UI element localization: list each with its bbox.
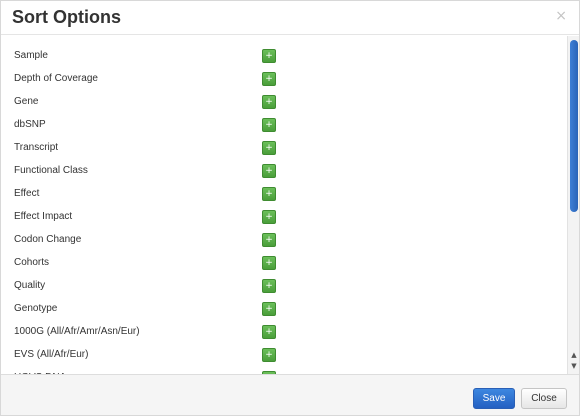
add-sort-field-plus-icon[interactable]: + bbox=[262, 187, 276, 201]
sort-field-label: Depth of Coverage bbox=[14, 73, 98, 84]
save-button[interactable]: Save bbox=[473, 388, 515, 409]
sort-field-label: Sample bbox=[14, 50, 48, 61]
scroll-thumb[interactable] bbox=[570, 40, 578, 212]
sort-field-row: Codon Change + bbox=[1, 229, 561, 252]
dialog-footer: Save Close bbox=[1, 374, 579, 415]
sort-field-row: 1000G (All/Afr/Amr/Asn/Eur) + bbox=[1, 321, 561, 344]
dialog-header: Sort Options × bbox=[1, 1, 579, 35]
dialog-title: Sort Options bbox=[12, 7, 121, 27]
add-sort-field-plus-icon[interactable]: + bbox=[262, 72, 276, 86]
add-sort-field-plus-icon[interactable]: + bbox=[262, 95, 276, 109]
sort-field-row: Effect + bbox=[1, 183, 561, 206]
add-sort-field-plus-icon[interactable]: + bbox=[262, 256, 276, 270]
sort-field-label: Codon Change bbox=[14, 234, 82, 245]
scroll-up-arrow-icon[interactable]: ▲ bbox=[569, 350, 579, 360]
close-button[interactable]: Close bbox=[521, 388, 567, 409]
sort-field-label: Quality bbox=[14, 280, 46, 291]
sort-field-row: Gene + bbox=[1, 91, 561, 114]
sort-field-row: HGVS DNA+ bbox=[1, 367, 561, 374]
sort-field-label: Functional Class bbox=[14, 165, 88, 176]
scroll-down-arrow-icon[interactable]: ▼ bbox=[569, 361, 579, 371]
sort-field-label: 1000G (All/Afr/Amr/Asn/Eur) bbox=[14, 326, 140, 337]
sort-field-row: dbSNP + bbox=[1, 114, 561, 137]
sort-field-row: Depth of Coverage + bbox=[1, 68, 561, 91]
sort-field-label: Transcript bbox=[14, 142, 59, 153]
add-sort-field-plus-icon[interactable]: + bbox=[262, 49, 276, 63]
sort-field-row: Transcript + bbox=[1, 137, 561, 160]
add-sort-field-plus-icon[interactable]: + bbox=[262, 302, 276, 316]
sort-field-label: Effect bbox=[14, 188, 40, 199]
sort-field-row: EVS (All/Afr/Eur) + bbox=[1, 344, 561, 367]
scrollbar[interactable]: ▲ ▼ bbox=[567, 36, 579, 374]
sort-field-row: Sample + bbox=[1, 45, 561, 68]
sort-field-label: Genotype bbox=[14, 303, 58, 314]
add-sort-field-plus-icon[interactable]: + bbox=[262, 164, 276, 178]
sort-field-list: Sample + Depth of Coverage + Gene + dbSNP + Tran… bbox=[1, 36, 567, 374]
add-sort-field-plus-icon[interactable]: + bbox=[262, 325, 276, 339]
add-sort-field-plus-icon[interactable]: + bbox=[262, 210, 276, 224]
sort-field-row: Effect Impact + bbox=[1, 206, 561, 229]
add-sort-field-plus-icon[interactable]: + bbox=[262, 233, 276, 247]
add-sort-field-plus-icon[interactable]: + bbox=[262, 118, 276, 132]
sort-field-label: EVS (All/Afr/Eur) bbox=[14, 349, 89, 360]
add-sort-field-plus-icon[interactable]: + bbox=[262, 141, 276, 155]
sort-field-label: Gene bbox=[14, 96, 39, 107]
add-sort-field-plus-icon[interactable]: + bbox=[262, 348, 276, 362]
sort-field-label: Effect Impact bbox=[14, 211, 73, 222]
sort-field-row: Quality + bbox=[1, 275, 561, 298]
close-icon[interactable]: × bbox=[555, 8, 567, 24]
sort-field-label: dbSNP bbox=[14, 119, 46, 130]
sort-field-row: Cohorts + bbox=[1, 252, 561, 275]
sort-field-row: Functional Class + bbox=[1, 160, 561, 183]
sort-field-row: Genotype + bbox=[1, 298, 561, 321]
sort-options-dialog: Sort Options × Sample + Depth of Coverage +… bbox=[0, 0, 580, 416]
sort-field-label: Cohorts bbox=[14, 257, 50, 268]
add-sort-field-plus-icon[interactable]: + bbox=[262, 279, 276, 293]
